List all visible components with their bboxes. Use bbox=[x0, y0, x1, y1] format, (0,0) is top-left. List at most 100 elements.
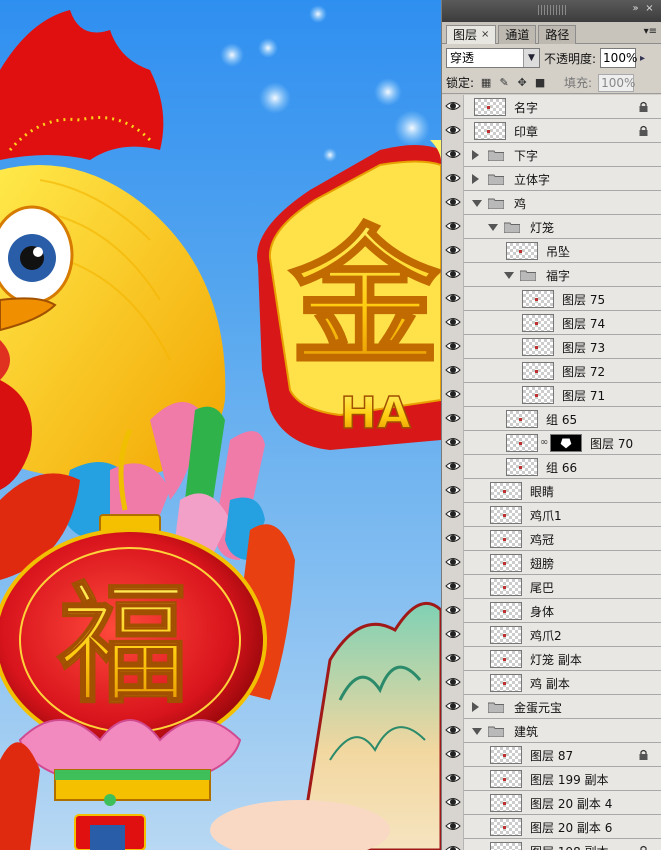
lock-position-icon[interactable]: ✥ bbox=[516, 76, 528, 89]
layer-thumbnail[interactable] bbox=[490, 554, 522, 572]
layer-row[interactable]: 灯笼 副本 bbox=[442, 647, 661, 671]
visibility-cell[interactable] bbox=[442, 839, 464, 850]
layer-row[interactable]: 名字 bbox=[442, 95, 661, 119]
layer-thumbnail[interactable] bbox=[490, 818, 522, 836]
eye-icon[interactable] bbox=[445, 387, 461, 401]
layer-row[interactable]: 图层 74 bbox=[442, 311, 661, 335]
eye-icon[interactable] bbox=[445, 795, 461, 809]
expand-down-icon[interactable] bbox=[488, 224, 498, 231]
close-icon[interactable]: × bbox=[644, 4, 655, 15]
layer-mask-thumbnail[interactable] bbox=[550, 434, 582, 452]
visibility-cell[interactable] bbox=[442, 143, 464, 167]
eye-icon[interactable] bbox=[445, 675, 461, 689]
layer-thumbnail[interactable] bbox=[490, 482, 522, 500]
layer-row[interactable]: 组 66 bbox=[442, 455, 661, 479]
eye-icon[interactable] bbox=[445, 843, 461, 850]
link-icon[interactable]: ∞ bbox=[540, 437, 548, 448]
opacity-slider-icon[interactable]: ▸ bbox=[640, 53, 645, 64]
visibility-cell[interactable] bbox=[442, 815, 464, 839]
layer-thumbnail[interactable] bbox=[490, 530, 522, 548]
visibility-cell[interactable] bbox=[442, 503, 464, 527]
eye-icon[interactable] bbox=[445, 147, 461, 161]
eye-icon[interactable] bbox=[445, 195, 461, 209]
eye-icon[interactable] bbox=[445, 99, 461, 113]
layer-thumbnail[interactable] bbox=[474, 122, 506, 140]
visibility-cell[interactable] bbox=[442, 527, 464, 551]
document-canvas[interactable]: 金 HA 福 bbox=[0, 0, 441, 850]
blend-mode-select[interactable]: 穿透 ▼ bbox=[446, 48, 540, 68]
visibility-cell[interactable] bbox=[442, 263, 464, 287]
layer-group-row[interactable]: 立体字 bbox=[442, 167, 661, 191]
layer-thumbnail[interactable] bbox=[490, 578, 522, 596]
visibility-cell[interactable] bbox=[442, 695, 464, 719]
panel-title-bar[interactable]: » × bbox=[442, 0, 661, 22]
layer-row[interactable]: 图层 87 bbox=[442, 743, 661, 767]
visibility-cell[interactable] bbox=[442, 95, 464, 119]
visibility-cell[interactable] bbox=[442, 335, 464, 359]
layer-thumbnail[interactable] bbox=[522, 338, 554, 356]
visibility-cell[interactable] bbox=[442, 215, 464, 239]
eye-icon[interactable] bbox=[445, 723, 461, 737]
eye-icon[interactable] bbox=[445, 123, 461, 137]
visibility-cell[interactable] bbox=[442, 311, 464, 335]
visibility-cell[interactable] bbox=[442, 623, 464, 647]
eye-icon[interactable] bbox=[445, 507, 461, 521]
expand-right-icon[interactable] bbox=[472, 174, 479, 184]
layer-thumbnail[interactable] bbox=[506, 242, 538, 260]
visibility-cell[interactable] bbox=[442, 167, 464, 191]
layer-row[interactable]: 印章 bbox=[442, 119, 661, 143]
visibility-cell[interactable] bbox=[442, 671, 464, 695]
layer-thumbnail[interactable] bbox=[506, 458, 538, 476]
eye-icon[interactable] bbox=[445, 483, 461, 497]
layer-row[interactable]: 身体 bbox=[442, 599, 661, 623]
visibility-cell[interactable] bbox=[442, 743, 464, 767]
layer-thumbnail[interactable] bbox=[522, 290, 554, 308]
eye-icon[interactable] bbox=[445, 171, 461, 185]
layer-thumbnail[interactable] bbox=[490, 674, 522, 692]
visibility-cell[interactable] bbox=[442, 719, 464, 743]
layer-thumbnail[interactable] bbox=[490, 506, 522, 524]
layer-row[interactable]: 鸡 副本 bbox=[442, 671, 661, 695]
visibility-cell[interactable] bbox=[442, 575, 464, 599]
layer-row[interactable]: ∞ 图层 70 bbox=[442, 431, 661, 455]
visibility-cell[interactable] bbox=[442, 599, 464, 623]
layer-row[interactable]: 鸡爪2 bbox=[442, 623, 661, 647]
layer-thumbnail[interactable] bbox=[490, 650, 522, 668]
layer-thumbnail[interactable] bbox=[506, 434, 538, 452]
layer-thumbnail[interactable] bbox=[522, 386, 554, 404]
layer-row[interactable]: 尾巴 bbox=[442, 575, 661, 599]
visibility-cell[interactable] bbox=[442, 383, 464, 407]
visibility-cell[interactable] bbox=[442, 119, 464, 143]
layer-row[interactable]: 图层 198 副本 bbox=[442, 839, 661, 850]
layer-row[interactable]: 吊坠 bbox=[442, 239, 661, 263]
eye-icon[interactable] bbox=[445, 603, 461, 617]
expand-right-icon[interactable] bbox=[472, 702, 479, 712]
expand-down-icon[interactable] bbox=[504, 272, 514, 279]
layer-thumbnail[interactable] bbox=[490, 794, 522, 812]
layer-row[interactable]: 图层 20 副本 4 bbox=[442, 791, 661, 815]
layer-thumbnail[interactable] bbox=[490, 602, 522, 620]
eye-icon[interactable] bbox=[445, 771, 461, 785]
layer-thumbnail[interactable] bbox=[522, 314, 554, 332]
eye-icon[interactable] bbox=[445, 339, 461, 353]
eye-icon[interactable] bbox=[445, 699, 461, 713]
expand-right-icon[interactable] bbox=[472, 150, 479, 160]
layer-thumbnail[interactable] bbox=[490, 770, 522, 788]
layer-thumbnail[interactable] bbox=[522, 362, 554, 380]
layer-group-row[interactable]: 建筑 bbox=[442, 719, 661, 743]
panel-menu-icon[interactable]: ▾≡ bbox=[644, 26, 657, 37]
lock-all-icon[interactable]: ■ bbox=[534, 76, 546, 89]
layer-thumbnail[interactable] bbox=[490, 842, 522, 850]
expand-down-icon[interactable] bbox=[472, 728, 482, 735]
eye-icon[interactable] bbox=[445, 747, 461, 761]
layer-group-row[interactable]: 金蛋元宝 bbox=[442, 695, 661, 719]
layer-group-row[interactable]: 鸡 bbox=[442, 191, 661, 215]
layer-row[interactable]: 鸡爪1 bbox=[442, 503, 661, 527]
eye-icon[interactable] bbox=[445, 627, 461, 641]
eye-icon[interactable] bbox=[445, 315, 461, 329]
visibility-cell[interactable] bbox=[442, 287, 464, 311]
expand-down-icon[interactable] bbox=[472, 200, 482, 207]
visibility-cell[interactable] bbox=[442, 407, 464, 431]
collapse-icon[interactable]: » bbox=[630, 4, 641, 15]
layer-row[interactable]: 图层 199 副本 bbox=[442, 767, 661, 791]
